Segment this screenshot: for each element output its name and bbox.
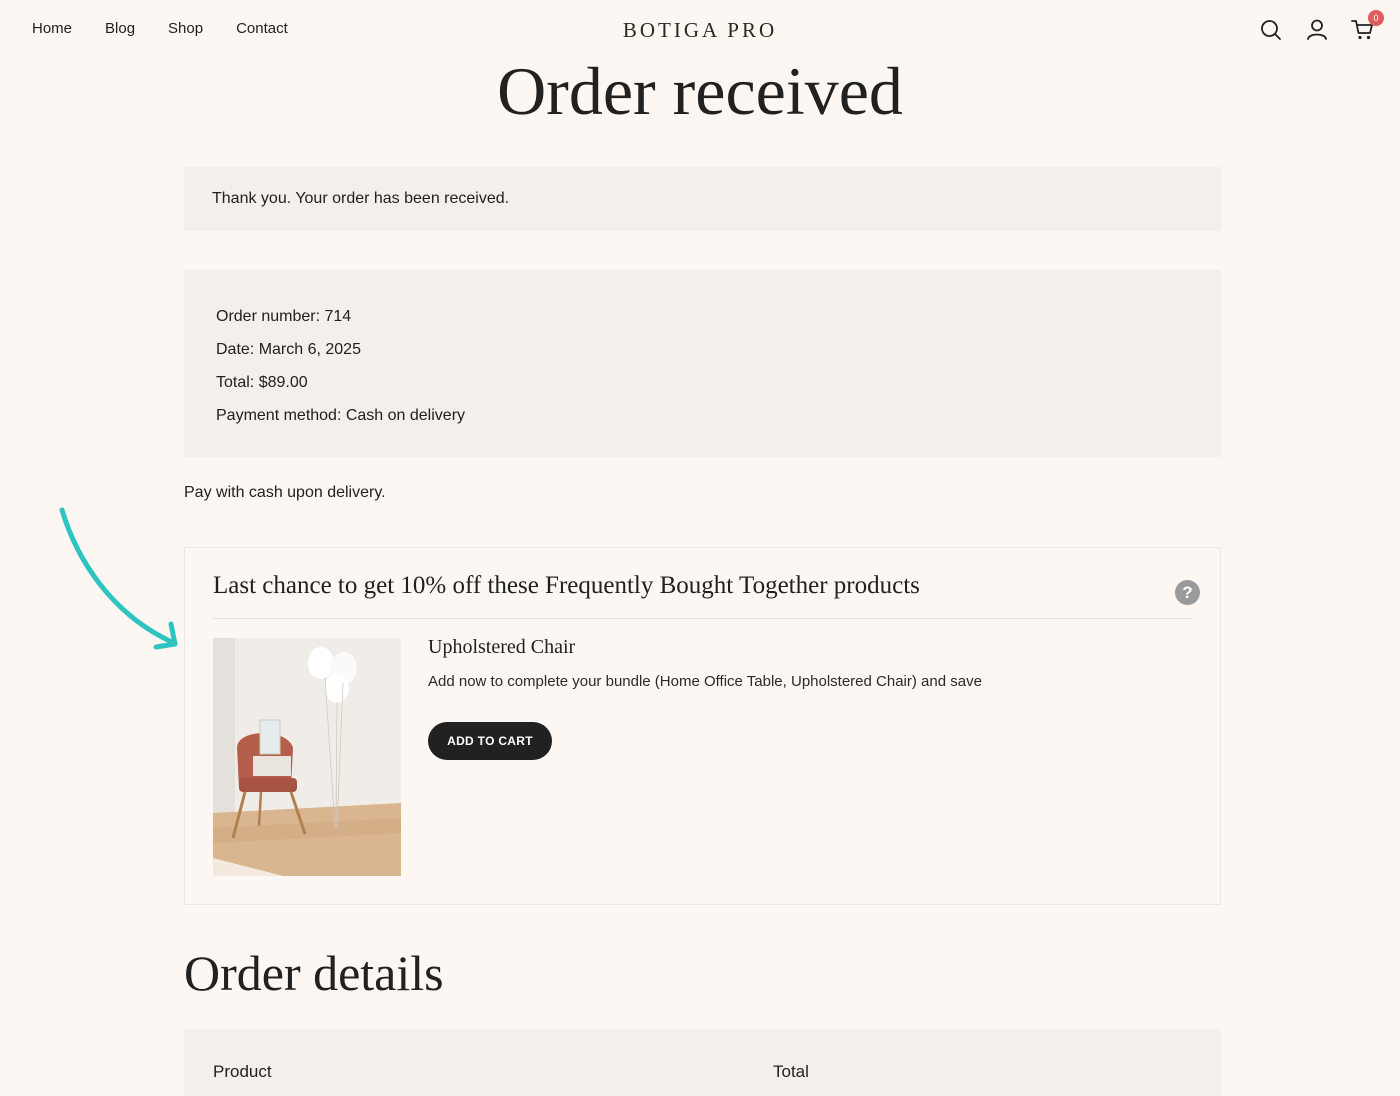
order-details-title: Order details [184,945,444,1001]
search-icon[interactable] [1258,17,1284,43]
arrow-annotation-icon [59,507,178,650]
payment-method: Payment method: Cash on delivery [216,407,466,424]
add-to-cart-button[interactable]: ADD TO CART [428,722,552,760]
frequently-bought-together-box: Last chance to get 10% off these Frequen… [184,547,1221,905]
order-number: Order number: 714 [216,308,352,325]
column-header-total: Total [773,1062,809,1081]
help-icon[interactable]: ? [1175,580,1200,605]
order-details-table: Product Total [184,1029,1221,1096]
cart-icon[interactable]: 0 [1350,10,1384,43]
order-overview: Order number: 714 Date: March 6, 2025 To… [184,270,1221,457]
header-icons: 0 [1258,10,1384,43]
user-icon[interactable] [1304,17,1330,43]
notice-text: Thank you. Your order has been received. [212,190,510,207]
site-logo[interactable]: BOTIGA PRO [0,18,1400,43]
product-image[interactable] [213,638,401,876]
order-total: Total: $89.00 [216,374,308,391]
order-received-notice: Thank you. Your order has been received. [184,167,1221,231]
product-name[interactable]: Upholstered Chair [428,636,575,659]
payment-note: Pay with cash upon delivery. [184,484,386,501]
fbt-title: Last chance to get 10% off these Frequen… [213,572,920,599]
order-date: Date: March 6, 2025 [216,341,361,358]
cart-count-badge: 0 [1368,10,1384,26]
column-header-product: Product [213,1062,272,1081]
page-title: Order received [497,53,903,129]
divider [213,618,1193,619]
product-description: Add now to complete your bundle (Home Of… [428,673,982,690]
